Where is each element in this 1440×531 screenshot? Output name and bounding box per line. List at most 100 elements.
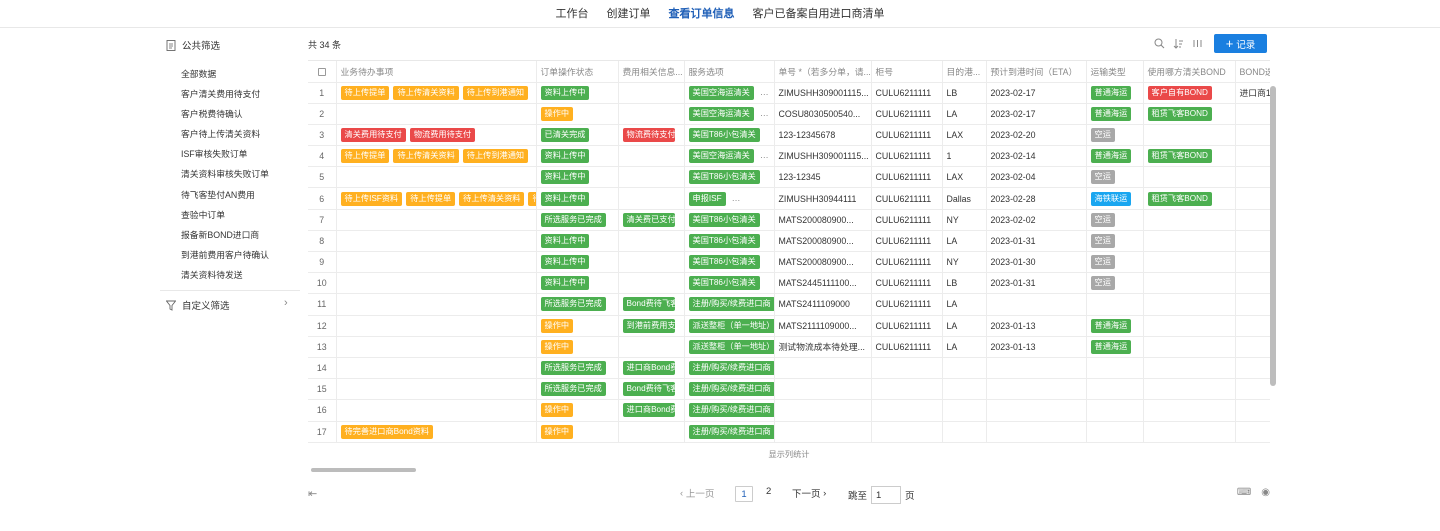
order-no-cell <box>774 378 872 401</box>
filter-item[interactable]: 客户清关费用待支付 <box>181 84 269 104</box>
vertical-scrollbar-thumb[interactable] <box>1270 86 1276 386</box>
checkbox-box[interactable] <box>317 67 326 76</box>
search-icon[interactable] <box>1153 38 1165 50</box>
eye-icon[interactable]: ◉ <box>1261 487 1270 498</box>
col-header-service[interactable]: 服务选项 <box>684 61 775 83</box>
table-row[interactable]: 12 操作中 到港前费用支付派送整柜（单一地址）MATS2111109000...C… <box>308 315 1270 337</box>
row-index: 15 <box>308 378 337 401</box>
table-row[interactable]: 9 资料上传中 美国T86小包清关 MATS200080900... CULU62111… <box>308 251 1270 274</box>
port-cell <box>942 421 987 443</box>
pagination: ⇤ ‹ 上一页 1 2 下一页 › 跳至 1 页 ⌨ ◉ <box>308 484 1270 504</box>
status-tag: 资料上传中 <box>540 191 590 206</box>
chevron-right-icon: › <box>820 487 827 499</box>
table-row[interactable]: 13 操作中 派送整柜（单一地址） 测试物流成本待处理... CULU6211111 LA… <box>308 336 1270 358</box>
port-cell: LB <box>942 82 987 104</box>
col-header-container[interactable]: 柜号 <box>871 61 943 83</box>
col-header-transport[interactable]: 运输类型 <box>1086 61 1144 83</box>
table-row[interactable]: 8 资料上传中 美国T86小包清关 MATS200080900... CULU62111… <box>308 230 1270 253</box>
eta-cell: 2023-02-17 <box>986 82 1087 104</box>
filter-item[interactable]: 客户税费待确认 <box>181 104 269 124</box>
horizontal-scrollbar[interactable] <box>310 467 1270 473</box>
todo-cell: 清关费用待支付 物流费用待支付 <box>336 124 537 147</box>
status-tag: 资料上传中 <box>540 233 590 248</box>
filter-item[interactable]: 到港前费用客户待确认 <box>181 245 269 265</box>
col-header-todo[interactable]: 业务待办事项 <box>336 61 537 83</box>
columns-icon[interactable] <box>1191 38 1203 50</box>
table-row[interactable]: 16 操作中 进口商Bond费 注册/购买/续费进口商 <box>308 399 1270 422</box>
eta-cell: 2023-01-30 <box>986 251 1087 274</box>
order-no-cell: MATS2445111100... <box>774 272 872 295</box>
table-row[interactable]: 11 所选服务已完成 Bond费待飞客 注册/购买/续费进口商 MATS24111090… <box>308 293 1270 316</box>
filter-item[interactable]: 报备新BOND进口商 <box>181 225 269 245</box>
table-row[interactable]: 3 清关费用待支付 物流费用待支付 已清关完成 物流费待支付 美国T86小包清关 123-1… <box>308 124 1270 147</box>
filter-item[interactable]: 清关资料审核失败订单 <box>181 164 269 184</box>
status-tag: 空运 <box>1090 233 1115 248</box>
table-row[interactable]: 7 所选服务已完成 清关费已支付 美国T86小包清关 MATS200080900... C… <box>308 209 1270 231</box>
show-column-stats-link[interactable]: 显示列统计 <box>308 448 1270 460</box>
tab-importer-list[interactable]: 客户已备案自用进口商清单 <box>753 0 885 28</box>
filter-item[interactable]: 清关资料待发送 <box>181 265 269 285</box>
table-row[interactable]: 6待上传ISF资料待上传提单待上传清关资料待资料上传中 申报ISF … ZIMUSHH… <box>308 187 1270 210</box>
select-all-checkbox[interactable] <box>308 61 337 83</box>
tab-view-orders[interactable]: 查看订单信息 <box>669 0 735 28</box>
bond-cell <box>1143 166 1236 189</box>
table-row[interactable]: 14 所选服务已完成 进口商Bond费 注册/购买/续费进口商 <box>308 357 1270 380</box>
more-options-icon[interactable]: … <box>760 87 769 97</box>
container-cell: CULU6211111 <box>871 187 943 210</box>
page-1-button[interactable]: 1 <box>735 486 753 502</box>
more-options-icon[interactable]: … <box>732 193 741 203</box>
port-cell: 1 <box>942 145 987 168</box>
todo-cell: 待上传ISF资料待上传提单待上传清关资料待 <box>336 187 537 210</box>
fee-cell: 物流费待支付 <box>618 124 685 147</box>
filter-item[interactable]: 客户待上传清关资料 <box>181 124 269 144</box>
col-header-order-no[interactable]: 单号 *（若多分单，请... <box>774 61 872 83</box>
table-row[interactable]: 17 待完善进口商Bond资料 操作中 注册/购买/续费进口商 <box>308 421 1270 443</box>
keyboard-icon[interactable]: ⌨ <box>1237 487 1251 498</box>
more-options-icon[interactable]: … <box>760 150 769 160</box>
filter-item[interactable]: ISF审核失败订单 <box>181 144 269 164</box>
fee-cell <box>618 166 685 189</box>
add-record-button[interactable]: + 记录 <box>1214 34 1267 53</box>
prev-page-button[interactable]: ‹ 上一页 <box>680 486 714 501</box>
transport-cell: 海铁联运 <box>1086 187 1144 210</box>
more-options-icon[interactable]: … <box>760 108 769 118</box>
table-row[interactable]: 15 所选服务已完成 Bond费待飞客 注册/购买/续费进口商 <box>308 378 1270 401</box>
sort-icon[interactable] <box>1172 38 1184 50</box>
transport-cell <box>1086 399 1144 422</box>
col-header-bond-select[interactable]: BOND选 <box>1235 61 1270 83</box>
container-cell <box>871 357 943 380</box>
col-header-bond[interactable]: 使用哪方清关BOND <box>1143 61 1236 83</box>
tab-workbench[interactable]: 工作台 <box>556 0 589 28</box>
table-row[interactable]: 4 待上传提单 待上传清关资料 待上传到港通知 资料上传中 美国空海运清关 … ZIMUSHH… <box>308 145 1270 168</box>
filter-item[interactable]: 查验中订单 <box>181 205 269 225</box>
status-tag: 空运 <box>1090 170 1115 185</box>
bond-select-cell <box>1235 315 1270 337</box>
funnel-icon <box>166 300 176 311</box>
table-row[interactable]: 1 待上传提单 待上传清关资料 待上传到港通知 资料上传中 美国空海运清关 … ZIMUSHH… <box>308 82 1270 104</box>
bond-cell <box>1143 336 1236 358</box>
col-header-status[interactable]: 订单操作状态 <box>536 61 619 83</box>
table-row[interactable]: 5 资料上传中 美国T86小包清关 123-12345 CULU6211111 LAX 20… <box>308 166 1270 189</box>
status-tag: 待 <box>528 191 535 206</box>
next-page-button[interactable]: 下一页 › <box>792 486 827 501</box>
transport-cell: 普通海运 <box>1086 103 1144 125</box>
tab-create-order[interactable]: 创建订单 <box>607 0 651 28</box>
custom-filter-header[interactable]: 自定义筛选 <box>166 298 230 312</box>
bond-select-cell <box>1235 357 1270 380</box>
collapse-sidebar-icon[interactable]: ⇤ <box>308 487 317 500</box>
chevron-right-icon[interactable]: › <box>284 297 288 309</box>
col-header-eta[interactable]: 预计到港时间（ETA） <box>986 61 1087 83</box>
status-cell: 操作中 <box>536 336 619 358</box>
horizontal-scroll-thumb[interactable] <box>311 468 416 472</box>
table-row[interactable]: 2 操作中 美国空海运清关 … COSU8030500540... CULU6211111… <box>308 103 1270 125</box>
goto-page-input[interactable]: 1 <box>871 486 902 504</box>
table-row[interactable]: 10 资料上传中 美国T86小包清关 MATS2445111100... CULU621… <box>308 272 1270 295</box>
fee-cell <box>618 230 685 253</box>
filter-item[interactable]: 全部数据 <box>181 64 269 84</box>
col-header-port[interactable]: 目的港... <box>942 61 987 83</box>
transport-cell <box>1086 421 1144 443</box>
page-2-button[interactable]: 2 <box>766 486 771 497</box>
filter-item[interactable]: 待飞客垫付AN费用 <box>181 185 269 205</box>
port-cell: LA <box>942 103 987 125</box>
col-header-fee[interactable]: 费用相关信息... <box>618 61 685 83</box>
